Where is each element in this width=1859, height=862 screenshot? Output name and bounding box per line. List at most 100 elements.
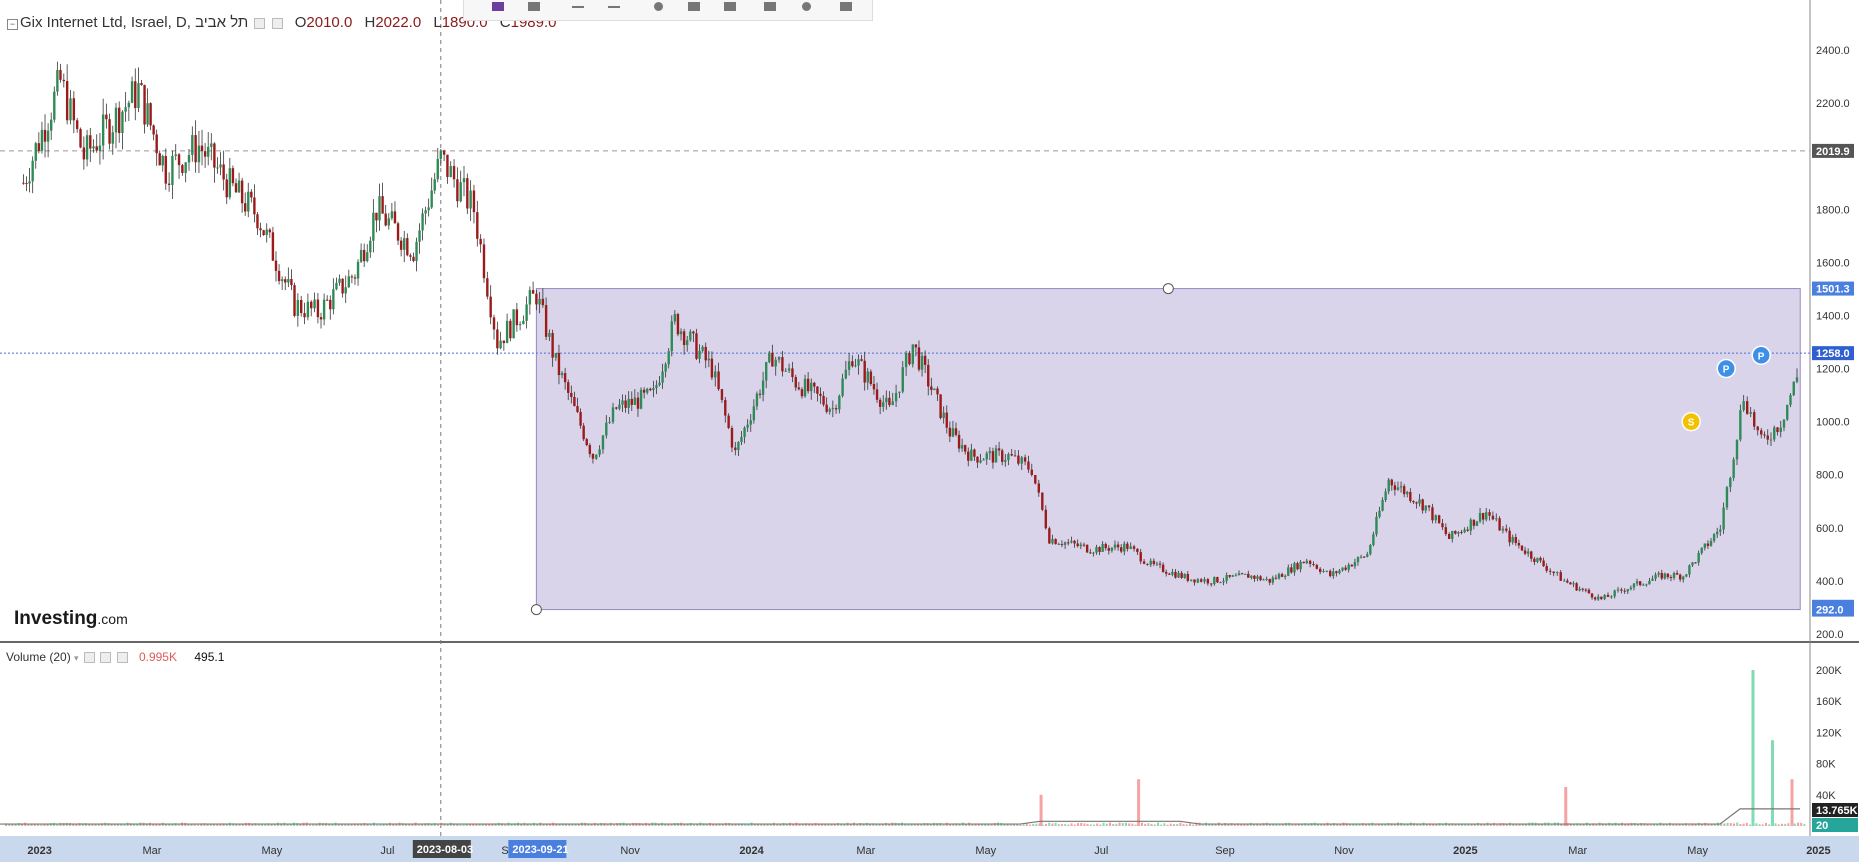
candle	[528, 290, 532, 305]
trash-icon[interactable]	[836, 0, 856, 14]
candle	[101, 114, 105, 146]
volume-bar	[1086, 823, 1089, 826]
candle	[1171, 571, 1174, 575]
candle	[727, 415, 730, 428]
lock-icon[interactable]	[760, 0, 780, 14]
candle	[724, 399, 727, 416]
candle	[1268, 578, 1271, 583]
volume-bar	[37, 824, 39, 826]
candle	[350, 276, 354, 278]
settings-icon[interactable]	[254, 17, 266, 29]
candle	[1293, 563, 1296, 573]
candle	[1657, 572, 1660, 575]
volume-bar	[1134, 824, 1137, 826]
candle	[274, 260, 278, 271]
candle	[746, 424, 749, 428]
candle	[347, 276, 351, 288]
visibility-icon[interactable]	[100, 652, 112, 664]
price-chart[interactable]: S P P 2400.0 2200.0 1800.0 1600.0 1400.0 1200.0 1…	[0, 0, 1859, 862]
candle	[1569, 582, 1572, 585]
candle	[1048, 528, 1051, 544]
candle	[1600, 596, 1603, 600]
candle	[588, 445, 592, 454]
candle	[1057, 544, 1060, 546]
candle	[1063, 542, 1067, 545]
candle	[143, 85, 146, 125]
volume-bar	[1121, 823, 1124, 826]
candle	[164, 156, 167, 184]
candle	[979, 460, 982, 463]
candle	[1703, 543, 1707, 548]
chart-canvas[interactable]: S P P 2400.0 2200.0 1800.0 1600.0 1400.0 1200.0 1…	[0, 0, 1859, 862]
volume-tick-label: 40K	[1816, 790, 1836, 802]
candle	[161, 156, 164, 166]
candle	[598, 449, 601, 455]
volume-bar	[1758, 824, 1761, 826]
volume-bar	[369, 824, 372, 826]
line-icon[interactable]	[568, 0, 588, 14]
candle	[608, 421, 611, 423]
volume-bar	[1176, 824, 1179, 826]
candle	[1322, 571, 1325, 573]
candle	[551, 333, 554, 358]
time-tick-label: 2023	[27, 845, 51, 857]
candle	[1098, 547, 1101, 552]
candle	[927, 364, 930, 387]
candle	[948, 427, 952, 437]
candle	[1549, 570, 1552, 572]
candle	[692, 331, 695, 334]
candle	[1715, 531, 1719, 535]
candle	[456, 179, 459, 202]
candle	[372, 212, 375, 241]
copy-icon[interactable]	[684, 0, 704, 14]
paint-bucket-icon[interactable]	[524, 0, 544, 14]
pencil-icon[interactable]	[488, 0, 508, 14]
candle	[1566, 580, 1569, 583]
candle	[1581, 588, 1584, 590]
candle	[1491, 515, 1495, 520]
candle	[1020, 457, 1023, 464]
candle	[1347, 564, 1350, 570]
candle	[1240, 573, 1244, 575]
volume-bar	[1150, 823, 1153, 826]
candle	[1753, 412, 1756, 427]
candle	[930, 386, 933, 390]
candle	[831, 408, 835, 410]
candle	[1552, 571, 1555, 574]
settings-icon[interactable]	[83, 652, 95, 664]
price-tick-label: 1800.0	[1816, 204, 1850, 216]
candle	[985, 453, 988, 460]
clone-icon[interactable]	[720, 0, 740, 14]
candle	[920, 355, 924, 370]
candle	[1749, 412, 1752, 414]
candle	[1180, 572, 1183, 578]
candle	[482, 244, 486, 279]
line-width-icon[interactable]	[604, 0, 624, 14]
candle	[1514, 537, 1518, 543]
volume-bar	[1707, 824, 1710, 826]
gear-icon[interactable]	[648, 0, 668, 14]
candle	[627, 398, 630, 408]
candle	[781, 357, 784, 372]
close-icon[interactable]	[116, 652, 128, 664]
candle	[1290, 567, 1293, 573]
candle	[563, 373, 567, 383]
candle	[384, 213, 387, 226]
candle	[446, 154, 449, 177]
price-label: 2019.9	[1816, 146, 1850, 158]
volume-bar	[1077, 823, 1079, 826]
candle	[181, 165, 184, 173]
candle	[1669, 577, 1673, 579]
candle	[1243, 573, 1247, 575]
candle	[1234, 575, 1238, 577]
candle	[560, 373, 564, 376]
candle	[803, 378, 807, 397]
visibility-icon[interactable]	[796, 0, 816, 14]
candle	[1228, 574, 1231, 577]
visibility-icon[interactable]	[271, 17, 283, 29]
candle	[1384, 491, 1387, 500]
candle	[791, 368, 794, 378]
candle	[1437, 515, 1441, 524]
candle	[381, 196, 384, 214]
volume-bar	[629, 824, 631, 826]
